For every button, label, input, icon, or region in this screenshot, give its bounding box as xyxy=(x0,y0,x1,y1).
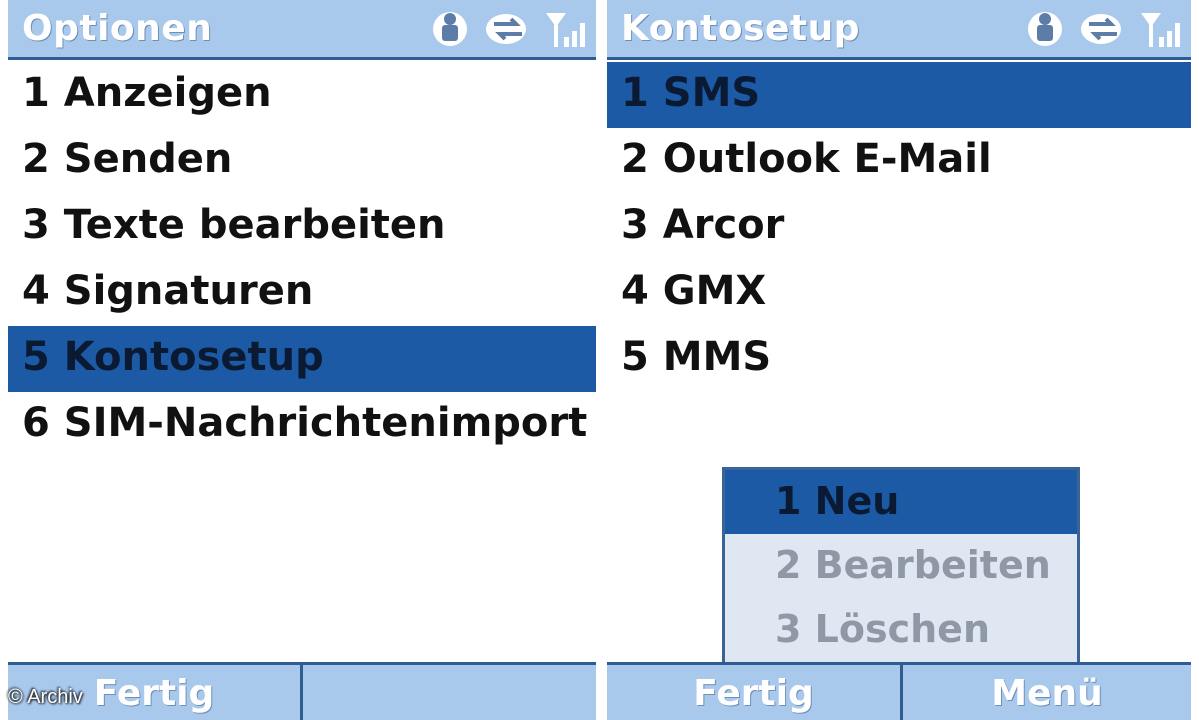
account-setup-screen: Kontosetup 1 SMS 2 Outlook E-Mail 3 Arco… xyxy=(607,0,1199,720)
softkey-fertig[interactable]: Fertig xyxy=(607,665,900,720)
menu-item-anzeigen[interactable]: 1 Anzeigen xyxy=(8,62,596,128)
softkey-menu[interactable]: Menü xyxy=(903,665,1191,720)
menu-item-outlook-email[interactable]: 2 Outlook E-Mail xyxy=(607,128,1191,194)
menu-item-arcor[interactable]: 3 Arcor xyxy=(607,194,1191,260)
signal-strength-icon xyxy=(1141,13,1180,47)
menu-item-gmx[interactable]: 4 GMX xyxy=(607,260,1191,326)
activesync-icon xyxy=(1028,12,1062,46)
options-menu: 1 Anzeigen 2 Senden 3 Texte bearbeiten 4… xyxy=(8,62,596,458)
screen-title: Kontosetup xyxy=(621,8,861,49)
signal-strength-icon xyxy=(546,13,585,47)
account-menu: 1 SMS 2 Outlook E-Mail 3 Arcor 4 GMX 5 M… xyxy=(607,62,1191,392)
menu-item-sms[interactable]: 1 SMS xyxy=(607,62,1191,128)
data-connection-icon xyxy=(1081,14,1121,44)
menu-item-texte-bearbeiten[interactable]: 3 Texte bearbeiten xyxy=(8,194,596,260)
softkey-bar: Fertig Menü xyxy=(607,662,1191,720)
activesync-icon xyxy=(433,12,467,46)
menu-item-sim-nachrichtenimport[interactable]: 6 SIM-Nachrichtenimport xyxy=(8,392,596,458)
screen-gap xyxy=(598,0,607,720)
menu-item-mms[interactable]: 5 MMS xyxy=(607,326,1191,392)
context-popup-menu: 1 Neu 2 Bearbeiten 3 Löschen xyxy=(722,467,1080,667)
popup-item-loeschen[interactable]: 3 Löschen xyxy=(725,598,1077,662)
options-screen: Optionen 1 Anzeigen 2 Senden 3 Texte bea… xyxy=(0,0,598,720)
menu-item-signaturen[interactable]: 4 Signaturen xyxy=(8,260,596,326)
data-connection-icon xyxy=(486,14,526,44)
status-icons xyxy=(1021,6,1185,52)
popup-item-neu[interactable]: 1 Neu xyxy=(725,470,1077,534)
screen-title: Optionen xyxy=(22,8,213,49)
menu-item-senden[interactable]: 2 Senden xyxy=(8,128,596,194)
softkey-bar: Fertig xyxy=(8,662,596,720)
title-bar: Kontosetup xyxy=(607,0,1191,60)
title-bar: Optionen xyxy=(8,0,596,60)
softkey-right-empty[interactable] xyxy=(303,665,594,720)
popup-item-bearbeiten[interactable]: 2 Bearbeiten xyxy=(725,534,1077,598)
status-icons xyxy=(426,6,590,52)
copyright-credit: © Archiv xyxy=(8,686,83,708)
menu-item-kontosetup[interactable]: 5 Kontosetup xyxy=(8,326,596,392)
